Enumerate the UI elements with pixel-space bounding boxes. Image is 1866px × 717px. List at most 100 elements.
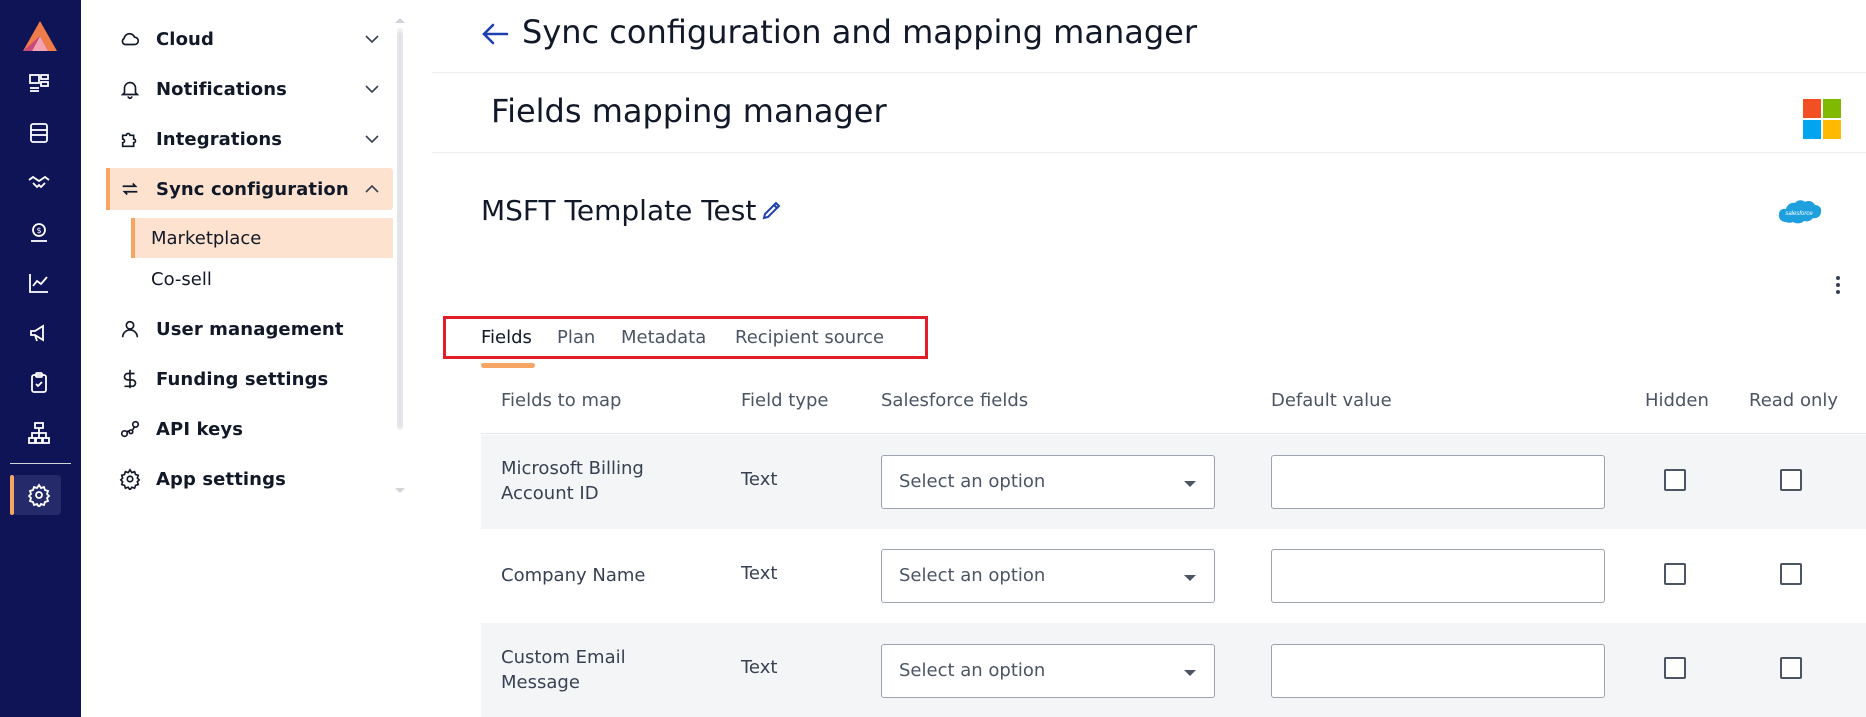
table-row: Microsoft Billing Account ID Text Select… xyxy=(481,435,1866,529)
sidebar-item-app-settings[interactable]: App settings xyxy=(106,458,393,500)
template-name: MSFT Template Test xyxy=(481,194,757,227)
salesforce-field-select[interactable]: Select an option xyxy=(881,549,1215,603)
read-only-checkbox[interactable] xyxy=(1780,469,1802,491)
megaphone-icon[interactable] xyxy=(24,318,54,348)
salesforce-logo-text: salesforce xyxy=(1785,211,1813,217)
sidebar-item-integrations[interactable]: Integrations xyxy=(106,118,393,160)
sidebar-scrollbar-thumb[interactable] xyxy=(397,32,403,428)
sidebar-item-user-management[interactable]: User management xyxy=(106,308,393,350)
page-title: Sync configuration and mapping manager xyxy=(522,13,1197,51)
section-divider xyxy=(432,152,1866,153)
sidebar-item-label: API keys xyxy=(156,418,244,440)
handshake-icon[interactable] xyxy=(24,168,54,198)
icon-rail: $ xyxy=(0,0,81,717)
sidebar-item-label: Notifications xyxy=(156,78,287,100)
column-header-salesforce-fields: Salesforce fields xyxy=(881,390,1029,411)
clipboard-check-icon[interactable] xyxy=(24,368,54,398)
read-only-checkbox[interactable] xyxy=(1780,563,1802,585)
dollar-icon xyxy=(123,369,137,389)
analytics-icon[interactable] xyxy=(24,268,54,298)
edit-pencil-icon[interactable] xyxy=(760,198,784,222)
select-value: Select an option xyxy=(899,565,1046,586)
caret-down-icon xyxy=(1184,575,1196,581)
column-header-hidden: Hidden xyxy=(1645,390,1709,411)
dashboard-icon[interactable] xyxy=(24,68,54,98)
sidebar-subitem-co-sell[interactable]: Co-sell xyxy=(131,259,393,299)
column-header-default-value: Default value xyxy=(1271,390,1392,411)
salesforce-field-select[interactable]: Select an option xyxy=(881,455,1215,509)
sidebar-item-notifications[interactable]: Notifications xyxy=(106,68,393,110)
sidebar-subitem-label: Marketplace xyxy=(151,227,262,249)
default-value-input[interactable] xyxy=(1271,644,1605,698)
scroll-down-arrow[interactable] xyxy=(395,488,405,493)
hidden-checkbox[interactable] xyxy=(1664,563,1686,585)
hidden-checkbox[interactable] xyxy=(1664,657,1686,679)
column-header-fields-to-map: Fields to map xyxy=(501,390,622,411)
select-value: Select an option xyxy=(899,660,1046,681)
tab-recipient-source[interactable]: Recipient source xyxy=(735,327,884,348)
field-type: Text xyxy=(741,563,778,584)
sidebar-item-label: Integrations xyxy=(156,128,283,150)
table-header-divider xyxy=(481,433,1866,434)
read-only-checkbox[interactable] xyxy=(1780,657,1802,679)
active-tab-indicator xyxy=(481,363,535,368)
storefront-icon[interactable] xyxy=(24,118,54,148)
table-row: Company Name Text Select an option xyxy=(481,529,1866,623)
sidebar-item-label: Cloud xyxy=(156,28,214,50)
chevron-down-icon[interactable] xyxy=(363,130,381,148)
field-name: Microsoft Billing Account ID xyxy=(501,458,644,504)
chevron-down-icon[interactable] xyxy=(363,80,381,98)
caret-down-icon xyxy=(1184,481,1196,487)
default-value-input[interactable] xyxy=(1271,455,1605,509)
sidebar-item-label: Sync configuration xyxy=(156,178,349,200)
field-name: Custom Email Message xyxy=(501,647,626,693)
chevron-up-icon[interactable] xyxy=(363,180,381,198)
sidebar-item-sync-configuration[interactable]: Sync configuration xyxy=(106,168,393,210)
column-header-read-only: Read only xyxy=(1749,390,1839,411)
salesforce-field-select[interactable]: Select an option xyxy=(881,644,1215,698)
cloud-icon xyxy=(121,32,140,46)
chevron-down-icon[interactable] xyxy=(363,30,381,48)
field-type: Text xyxy=(741,657,778,678)
api-keys-icon xyxy=(120,420,140,438)
settings-icon[interactable] xyxy=(24,480,54,510)
default-value-input[interactable] xyxy=(1271,549,1605,603)
sidebar-item-api-keys[interactable]: API keys xyxy=(106,408,393,450)
sidebar-item-label: Funding settings xyxy=(156,368,329,390)
microsoft-logo xyxy=(1803,99,1841,139)
puzzle-icon xyxy=(121,132,137,148)
arrow-left-icon xyxy=(482,23,509,45)
column-header-field-type: Field type xyxy=(741,390,829,411)
table-row: Custom Email Message Text Select an opti… xyxy=(481,623,1866,717)
sidebar-subitem-label: Co-sell xyxy=(151,268,212,290)
sidebar-item-label: App settings xyxy=(156,468,286,490)
rail-active-indicator xyxy=(10,475,14,515)
sidebar-subitem-marketplace[interactable]: Marketplace xyxy=(131,218,393,258)
tab-fields[interactable]: Fields xyxy=(481,327,532,348)
header-divider xyxy=(432,72,1866,73)
app-logo[interactable] xyxy=(21,19,59,53)
hidden-checkbox[interactable] xyxy=(1664,469,1686,491)
bell-icon xyxy=(120,81,140,99)
field-name: Company Name xyxy=(501,565,646,586)
sync-icon xyxy=(122,182,138,196)
caret-down-icon xyxy=(1184,670,1196,676)
tab-plan[interactable]: Plan xyxy=(557,327,595,348)
gear-icon xyxy=(119,468,141,490)
more-options-icon[interactable] xyxy=(1829,272,1847,298)
scroll-up-arrow[interactable] xyxy=(395,18,405,23)
field-type: Text xyxy=(741,469,778,490)
section-title: Fields mapping manager xyxy=(491,92,887,130)
rail-divider xyxy=(10,463,71,464)
sidebar-item-label: User management xyxy=(156,318,344,340)
funding-icon[interactable]: $ xyxy=(24,218,54,248)
salesforce-logo: salesforce xyxy=(1778,200,1822,224)
sidebar-item-cloud[interactable]: Cloud xyxy=(106,18,393,60)
select-value: Select an option xyxy=(899,471,1046,492)
back-button[interactable] xyxy=(478,17,512,51)
user-icon xyxy=(121,320,139,338)
svg-text:$: $ xyxy=(37,226,42,235)
hierarchy-icon[interactable] xyxy=(24,418,54,448)
tab-metadata[interactable]: Metadata xyxy=(621,327,706,348)
sidebar-item-funding-settings[interactable]: Funding settings xyxy=(106,358,393,400)
